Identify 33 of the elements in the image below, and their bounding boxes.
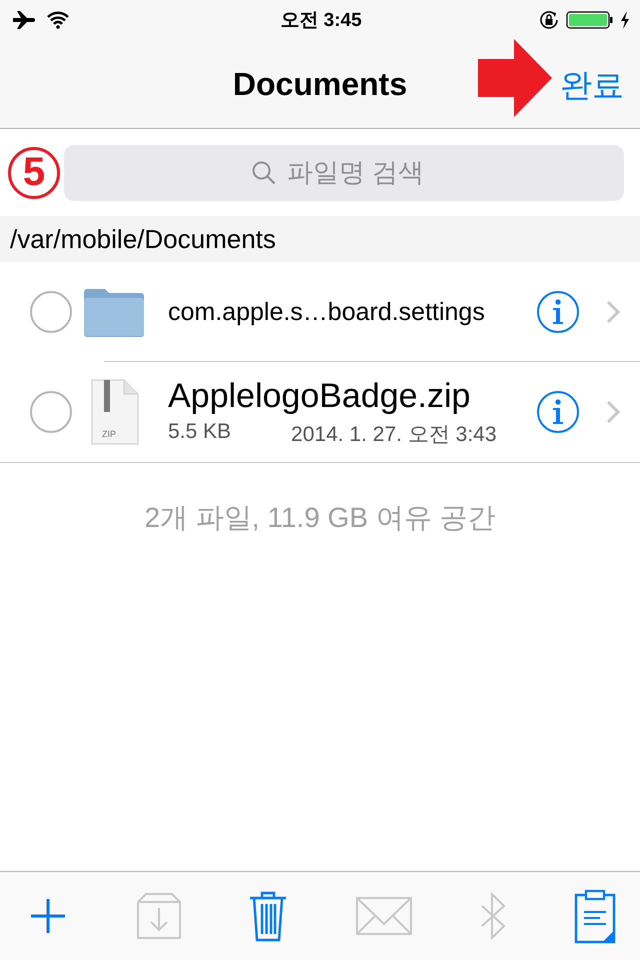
box-arrow-icon bbox=[136, 892, 182, 940]
selection-circle[interactable] bbox=[30, 391, 72, 433]
charging-icon bbox=[620, 10, 630, 30]
file-summary: 2개 파일, 11.9 GB 여유 공간 bbox=[143, 501, 497, 535]
status-time: 오전 3:45 bbox=[280, 9, 362, 33]
add-button[interactable] bbox=[28, 896, 68, 936]
envelope-icon bbox=[354, 896, 413, 936]
file-name: ApplelogoBadge.zip bbox=[168, 376, 472, 416]
done-button[interactable]: 완료 bbox=[560, 64, 624, 108]
annotation-marker: 5 bbox=[8, 146, 60, 198]
file-date: 2014. 1. 27. 오전 3:43 bbox=[291, 422, 497, 448]
file-size: 5.5 KB bbox=[168, 420, 232, 444]
clipboard-icon bbox=[574, 888, 616, 944]
rotation-lock-icon bbox=[538, 9, 560, 31]
trash-button[interactable] bbox=[249, 890, 288, 942]
chevron-icon bbox=[606, 300, 620, 324]
search-field[interactable]: 파일명 검색 bbox=[287, 157, 437, 188]
path-header: /var/mobile/Documents bbox=[0, 216, 640, 262]
plus-icon bbox=[28, 896, 68, 936]
battery-icon bbox=[566, 10, 614, 30]
folder-icon bbox=[82, 286, 146, 338]
chevron-icon bbox=[606, 400, 620, 424]
info-icon[interactable] bbox=[536, 290, 580, 334]
airplane-icon bbox=[12, 10, 36, 30]
selection-circle[interactable] bbox=[30, 291, 72, 333]
wifi-icon bbox=[46, 11, 70, 29]
nav-title: Documents bbox=[232, 66, 408, 102]
trash-icon bbox=[249, 890, 288, 942]
bluetooth-icon bbox=[480, 890, 506, 942]
file-name: com.apple.s…board.settings bbox=[168, 298, 486, 326]
info-icon[interactable] bbox=[536, 390, 580, 434]
clipboard-button[interactable] bbox=[574, 888, 616, 944]
search-icon bbox=[251, 160, 277, 186]
